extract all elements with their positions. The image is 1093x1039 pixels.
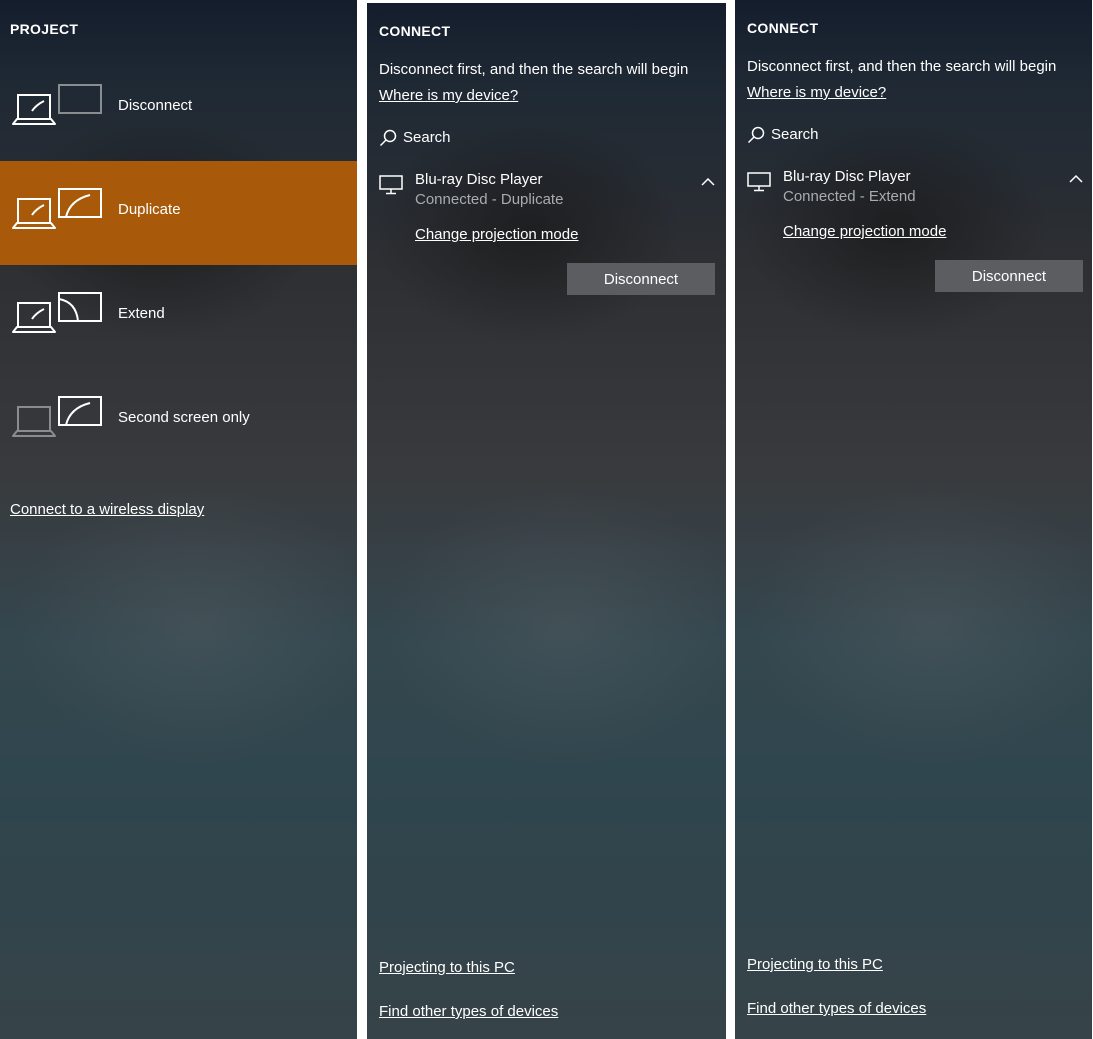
disconnect-button[interactable]: Disconnect [935,260,1083,292]
duplicate-display-icon [12,188,102,229]
projecting-to-this-pc-link[interactable]: Projecting to this PC [379,959,515,976]
connect-info-text: Disconnect first, and then the search wi… [379,61,689,78]
find-other-devices-link[interactable]: Find other types of devices [379,1003,558,1020]
project-option-label: Extend [118,305,165,322]
where-is-my-device-link[interactable]: Where is my device? [379,87,518,104]
change-projection-mode-link[interactable]: Change projection mode [783,223,946,240]
where-is-my-device-link[interactable]: Where is my device? [747,84,886,101]
connect-panel-duplicate: CONNECT Disconnect first, and then the s… [367,3,726,1039]
connect-wireless-display-link[interactable]: Connect to a wireless display [10,501,204,518]
device-name: Blu-ray Disc Player [415,171,543,188]
search-icon [747,126,765,144]
device-item[interactable]: Blu-ray Disc Player Connected - Duplicat… [379,171,719,295]
device-item[interactable]: Blu-ray Disc Player Connected - Extend C… [747,168,1087,292]
find-other-devices-link[interactable]: Find other types of devices [747,1000,926,1017]
connect-info-text: Disconnect first, and then the search wi… [747,58,1057,75]
device-status: Connected - Extend [783,188,916,205]
project-option-label: Second screen only [118,409,250,426]
monitor-icon [747,172,771,192]
project-option-label: Duplicate [118,201,181,218]
connect-heading: CONNECT [747,20,819,36]
project-heading: PROJECT [10,21,79,37]
project-option-label: Disconnect [118,97,193,114]
disconnect-button[interactable]: Disconnect [567,263,715,295]
change-projection-mode-link[interactable]: Change projection mode [415,226,578,243]
device-status: Connected - Duplicate [415,191,564,208]
pc-screen-off-icon [12,84,102,125]
monitor-icon [379,175,403,195]
project-panel: PROJECT Disconnect Duplicate Extend Seco… [0,0,357,1039]
search-label: Search [771,126,819,143]
connect-heading: CONNECT [379,23,451,39]
projecting-to-this-pc-link[interactable]: Projecting to this PC [747,956,883,973]
search-label: Search [403,129,451,146]
project-option-duplicate[interactable]: Duplicate [0,161,357,265]
device-name: Blu-ray Disc Player [783,168,911,185]
second-screen-only-icon [12,396,102,437]
extend-display-icon [12,292,102,333]
project-option-extend[interactable]: Extend [0,265,357,369]
search-icon [379,129,397,147]
chevron-up-icon[interactable] [701,177,715,186]
project-option-disconnect[interactable]: Disconnect [0,57,357,161]
project-option-second-screen-only[interactable]: Second screen only [0,369,357,473]
chevron-up-icon[interactable] [1069,174,1083,183]
connect-panel-extend: CONNECT Disconnect first, and then the s… [735,0,1092,1039]
